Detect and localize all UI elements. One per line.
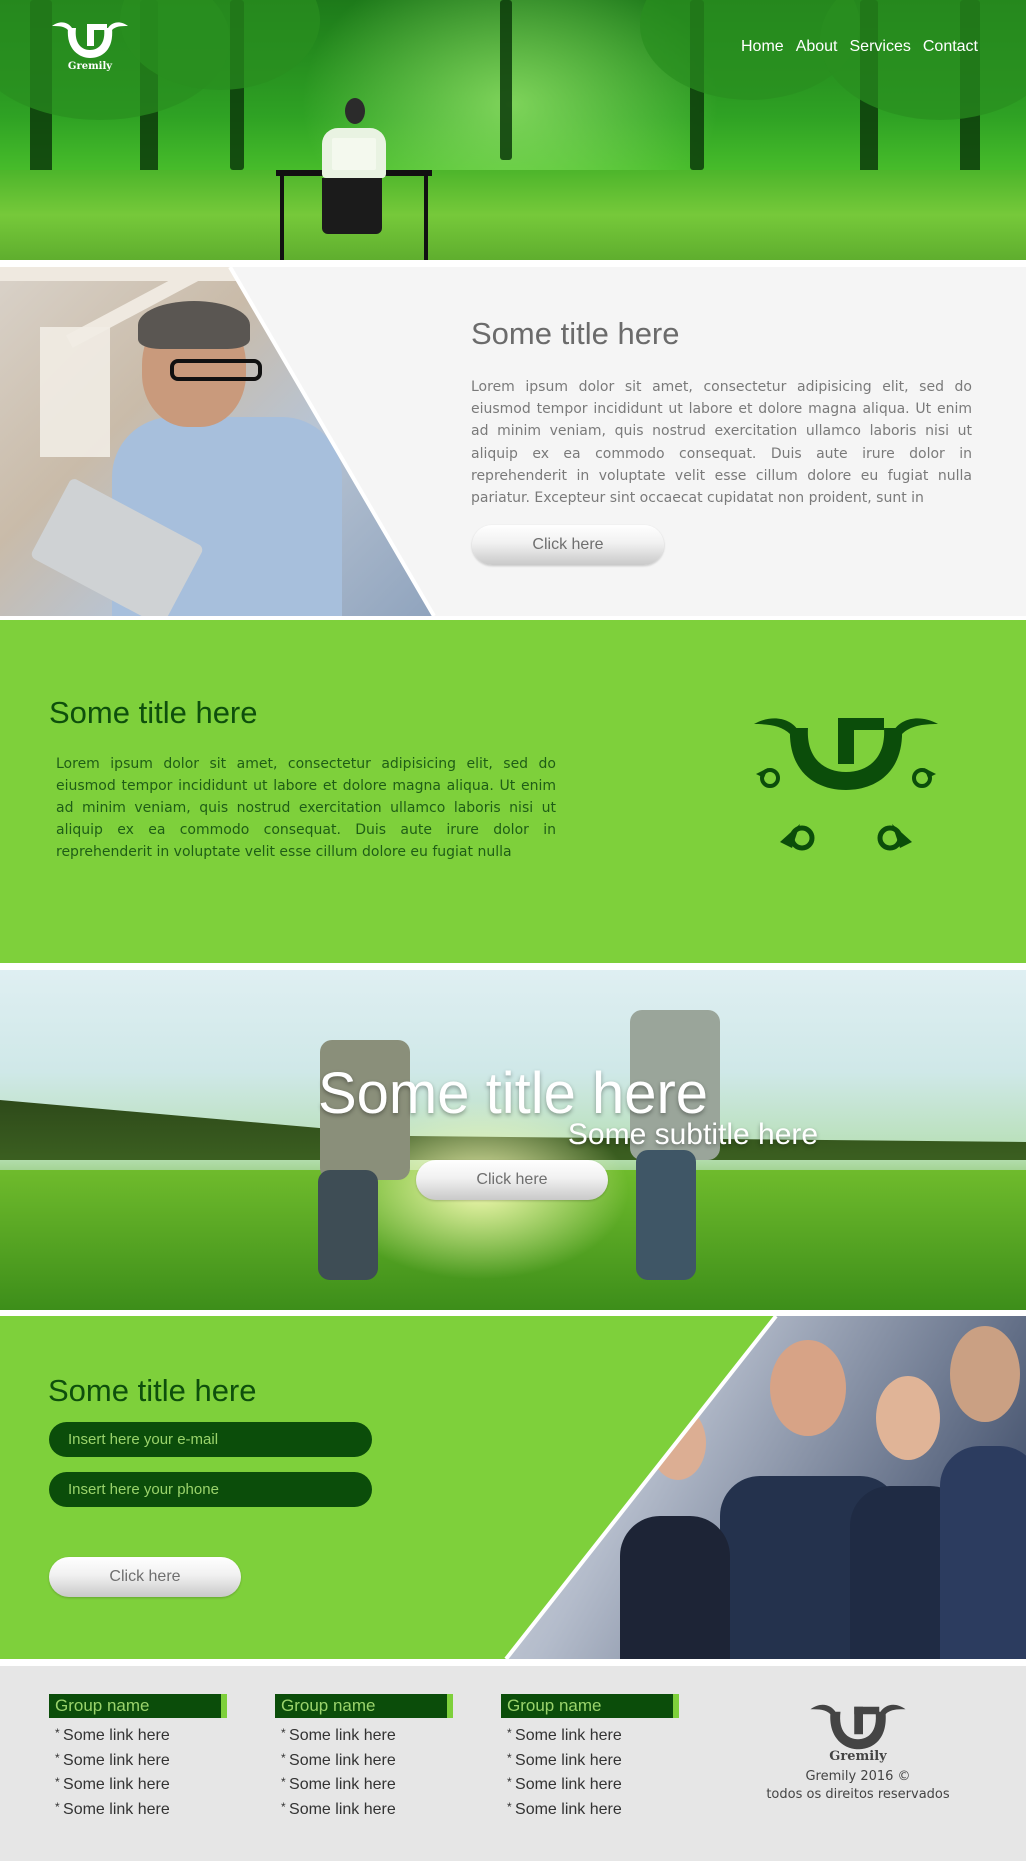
phone-field[interactable]	[49, 1472, 372, 1507]
footer-link-item: Some link here	[507, 1798, 679, 1823]
banner-subtitle: Some subtitle here	[567, 1118, 819, 1151]
footer-link-item: Some link here	[55, 1798, 227, 1823]
footer-group-1: Group name Some link here Some link here…	[49, 1694, 227, 1822]
footer-group-heading: Group name	[501, 1694, 679, 1718]
footer-copyright-line2: todos os direitos reservados	[766, 1787, 950, 1802]
footer-link[interactable]: Some link here	[63, 1776, 170, 1793]
green-info-body: Lorem ipsum dolor sit amet, consectetur …	[56, 756, 556, 860]
hero-desk-leg	[280, 176, 284, 260]
form-title: Some title here	[48, 1373, 257, 1408]
footer-copyright-line1: Gremily 2016 ©	[805, 1769, 911, 1784]
banner-click-button[interactable]: Click here	[416, 1160, 608, 1200]
main-nav: Home About Services Contact	[741, 38, 978, 56]
footer-link[interactable]: Some link here	[515, 1801, 622, 1818]
footer-link-item: Some link here	[55, 1773, 227, 1798]
banner-title: Some title here	[317, 1061, 709, 1126]
gremily-logo-icon	[52, 22, 128, 58]
nav-about[interactable]: About	[796, 38, 838, 56]
footer-brand-name: Gremily	[829, 1749, 887, 1764]
footer-group-heading: Group name	[49, 1694, 227, 1718]
hero-section: Gremily Home About Services Contact	[0, 0, 1026, 260]
footer-link[interactable]: Some link here	[289, 1752, 396, 1769]
gremily-emblem-icon	[754, 718, 938, 851]
footer-link-item: Some link here	[281, 1749, 453, 1774]
nav-contact[interactable]: Contact	[923, 38, 978, 56]
footer-link-item: Some link here	[281, 1773, 453, 1798]
page: Gremily Home About Services Contact Some…	[0, 0, 1026, 1861]
footer-group-3: Group name Some link here Some link here…	[501, 1694, 679, 1822]
footer-link-list: Some link here Some link here Some link …	[275, 1724, 453, 1822]
about-title: Some title here	[471, 316, 680, 351]
footer-link[interactable]: Some link here	[515, 1752, 622, 1769]
email-field[interactable]	[49, 1422, 372, 1457]
hero-desk-leg	[424, 176, 428, 260]
footer-copyright: Gremily 2016 © todos os direitos reserva…	[738, 1768, 978, 1804]
banner-jumping-person	[636, 1150, 696, 1280]
banner-jumping-person	[318, 1170, 378, 1280]
footer-link-item: Some link here	[507, 1773, 679, 1798]
green-info-title: Some title here	[49, 695, 258, 730]
footer-link-list: Some link here Some link here Some link …	[49, 1724, 227, 1822]
footer-link[interactable]: Some link here	[289, 1727, 396, 1744]
footer-link[interactable]: Some link here	[515, 1727, 622, 1744]
about-click-button[interactable]: Click here	[472, 525, 664, 565]
photo-diagonal-edge	[228, 267, 436, 616]
footer-link[interactable]: Some link here	[63, 1801, 170, 1818]
nav-home[interactable]: Home	[741, 38, 784, 56]
hero-grass	[0, 170, 1026, 260]
footer-link[interactable]: Some link here	[289, 1801, 396, 1818]
footer-link-item: Some link here	[507, 1749, 679, 1774]
nav-services[interactable]: Services	[850, 38, 911, 56]
footer-link-item: Some link here	[281, 1724, 453, 1749]
footer-link-item: Some link here	[281, 1798, 453, 1823]
hero-tree	[500, 0, 512, 160]
hero-person	[345, 98, 365, 124]
footer-link[interactable]: Some link here	[515, 1776, 622, 1793]
footer-link[interactable]: Some link here	[63, 1752, 170, 1769]
header-logo[interactable]: Gremily	[50, 20, 130, 76]
footer-link-item: Some link here	[55, 1724, 227, 1749]
about-body: Lorem ipsum dolor sit amet, consectetur …	[471, 379, 972, 507]
form-click-button[interactable]: Click here	[49, 1557, 241, 1597]
footer-link-item: Some link here	[55, 1749, 227, 1774]
footer-link-item: Some link here	[507, 1724, 679, 1749]
footer-group-2: Group name Some link here Some link here…	[275, 1694, 453, 1822]
hero-person	[322, 178, 382, 234]
footer-group-heading: Group name	[275, 1694, 453, 1718]
footer-link[interactable]: Some link here	[289, 1776, 396, 1793]
footer-link[interactable]: Some link here	[63, 1727, 170, 1744]
header-brand-name: Gremily	[67, 61, 113, 72]
hero-laptop	[332, 138, 376, 170]
footer-link-list: Some link here Some link here Some link …	[501, 1724, 679, 1822]
hero-foliage	[820, 0, 1026, 120]
